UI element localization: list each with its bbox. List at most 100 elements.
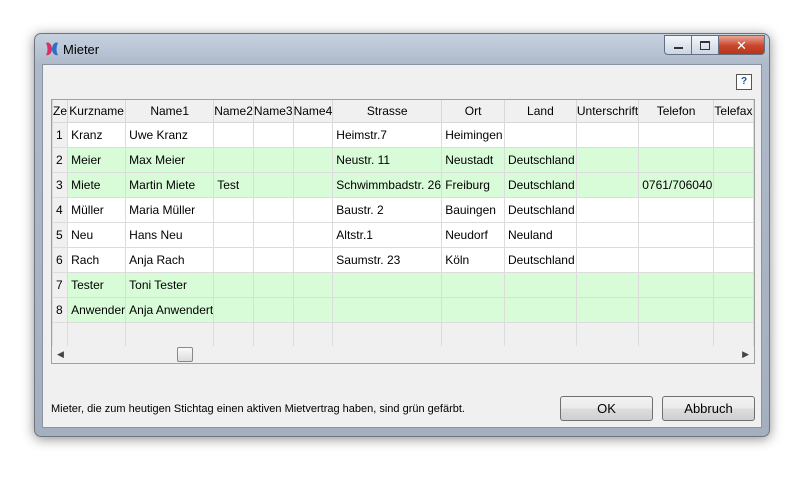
close-button[interactable]: ✕ [718, 35, 765, 55]
table-cell[interactable] [575, 122, 640, 148]
scroll-left-icon[interactable]: ◀ [57, 349, 64, 360]
column-header[interactable]: Name4 [292, 100, 334, 123]
table-cell[interactable]: Anja Anwendert [125, 297, 215, 323]
table-cell[interactable] [503, 297, 577, 323]
column-header[interactable]: Telefax [712, 100, 754, 123]
table-row[interactable]: 8 Anwender Anja Anwendert [52, 297, 754, 323]
row-number[interactable]: 6 [52, 247, 69, 273]
table-cell[interactable] [252, 222, 294, 248]
table-cell[interactable] [638, 122, 714, 148]
table-cell[interactable]: Test [213, 172, 254, 198]
table-cell[interactable] [292, 247, 334, 273]
table-cell[interactable] [292, 197, 334, 223]
table-cell[interactable]: Müller [67, 197, 127, 223]
table-cell[interactable] [712, 222, 754, 248]
minimize-button[interactable] [664, 35, 692, 55]
table-cell[interactable]: Kranz [67, 122, 127, 148]
column-header[interactable]: Strasse [332, 100, 443, 123]
table-cell[interactable]: Tester [67, 272, 127, 298]
table-cell[interactable] [712, 247, 754, 273]
table-cell[interactable] [503, 122, 577, 148]
table-cell[interactable]: Schwimmbadstr. 26 [332, 172, 443, 198]
table-cell[interactable] [575, 297, 640, 323]
table-cell[interactable] [213, 272, 254, 298]
table-cell[interactable]: Max Meier [125, 147, 215, 173]
table-row[interactable]: 3 Miete Martin Miete Test Schwimmbadstr. 26 F… [52, 172, 754, 198]
table-cell[interactable]: Deutschland [503, 247, 577, 273]
table-cell[interactable] [252, 147, 294, 173]
table-cell[interactable]: Neudorf [441, 222, 505, 248]
table-cell[interactable] [213, 122, 254, 148]
column-header[interactable]: Name2 [213, 100, 254, 123]
table-cell[interactable] [638, 297, 714, 323]
row-number[interactable]: 7 [52, 272, 69, 298]
table-cell[interactable] [575, 272, 640, 298]
table-cell[interactable]: Uwe Kranz [125, 122, 215, 148]
table-cell[interactable] [292, 147, 334, 173]
table-row[interactable]: 4 Müller Maria Müller Baustr. 2 Bauingen Deut… [52, 197, 754, 223]
tenant-grid[interactable]: Ze Kurzname Name1 Name2 Name3 Name4 Strasse Ort… [51, 99, 755, 348]
table-cell[interactable]: Bauingen [441, 197, 505, 223]
table-cell[interactable] [575, 197, 640, 223]
table-cell[interactable] [638, 222, 714, 248]
table-cell[interactable] [332, 272, 443, 298]
table-row[interactable]: 7 Tester Toni Tester [52, 272, 754, 298]
row-number[interactable]: 3 [52, 172, 69, 198]
table-cell[interactable]: Heimstr.7 [332, 122, 443, 148]
table-cell[interactable] [252, 122, 294, 148]
column-header[interactable]: Name3 [252, 100, 294, 123]
table-row[interactable]: 6 Rach Anja Rach Saumstr. 23 Köln Deutschland [52, 247, 754, 273]
help-button[interactable]: ? [736, 74, 752, 90]
table-row[interactable]: 5 Neu Hans Neu Altstr.1 Neudorf Neuland [52, 222, 754, 248]
table-cell[interactable]: 0761/706040 [638, 172, 714, 198]
table-cell[interactable] [213, 197, 254, 223]
table-row[interactable]: 1 Kranz Uwe Kranz Heimstr.7 Heimingen [52, 122, 754, 148]
table-cell[interactable] [575, 222, 640, 248]
table-cell[interactable]: Anwender [67, 297, 127, 323]
table-cell[interactable]: Deutschland [503, 172, 577, 198]
table-cell[interactable] [575, 172, 640, 198]
table-cell[interactable]: Saumstr. 23 [332, 247, 443, 273]
column-header[interactable]: Kurzname [67, 100, 127, 123]
table-cell[interactable] [252, 247, 294, 273]
table-cell[interactable] [712, 272, 754, 298]
table-cell[interactable]: Meier [67, 147, 127, 173]
table-cell[interactable] [638, 247, 714, 273]
table-cell[interactable]: Martin Miete [125, 172, 215, 198]
maximize-button[interactable] [691, 35, 719, 55]
table-cell[interactable]: Heimingen [441, 122, 505, 148]
table-cell[interactable] [712, 122, 754, 148]
table-cell[interactable] [575, 147, 640, 173]
horizontal-scrollbar[interactable]: ◀ ▶ [51, 346, 755, 364]
table-cell[interactable] [292, 272, 334, 298]
table-row[interactable]: 2 Meier Max Meier Neustr. 11 Neustadt Deutsch… [52, 147, 754, 173]
scroll-thumb[interactable] [177, 347, 193, 362]
column-header[interactable]: Telefon [638, 100, 714, 123]
table-cell[interactable] [441, 272, 505, 298]
table-cell[interactable]: Hans Neu [125, 222, 215, 248]
cancel-button[interactable]: Abbruch [662, 396, 755, 421]
table-cell[interactable] [213, 147, 254, 173]
table-cell[interactable] [213, 297, 254, 323]
table-cell[interactable]: Altstr.1 [332, 222, 443, 248]
table-cell[interactable]: Deutschland [503, 147, 577, 173]
table-cell[interactable] [292, 172, 334, 198]
row-number[interactable]: 5 [52, 222, 69, 248]
table-cell[interactable] [213, 247, 254, 273]
table-cell[interactable]: Rach [67, 247, 127, 273]
table-cell[interactable] [638, 147, 714, 173]
table-cell[interactable] [252, 197, 294, 223]
table-cell[interactable] [441, 297, 505, 323]
table-cell[interactable]: Neustr. 11 [332, 147, 443, 173]
table-cell[interactable] [213, 222, 254, 248]
table-cell[interactable] [712, 172, 754, 198]
table-cell[interactable] [712, 147, 754, 173]
table-cell[interactable] [252, 297, 294, 323]
table-cell[interactable] [503, 272, 577, 298]
ok-button[interactable]: OK [560, 396, 653, 421]
table-cell[interactable]: Köln [441, 247, 505, 273]
column-header[interactable]: Land [503, 100, 577, 123]
table-cell[interactable]: Neuland [503, 222, 577, 248]
table-cell[interactable] [638, 197, 714, 223]
column-header[interactable]: Name1 [125, 100, 215, 123]
